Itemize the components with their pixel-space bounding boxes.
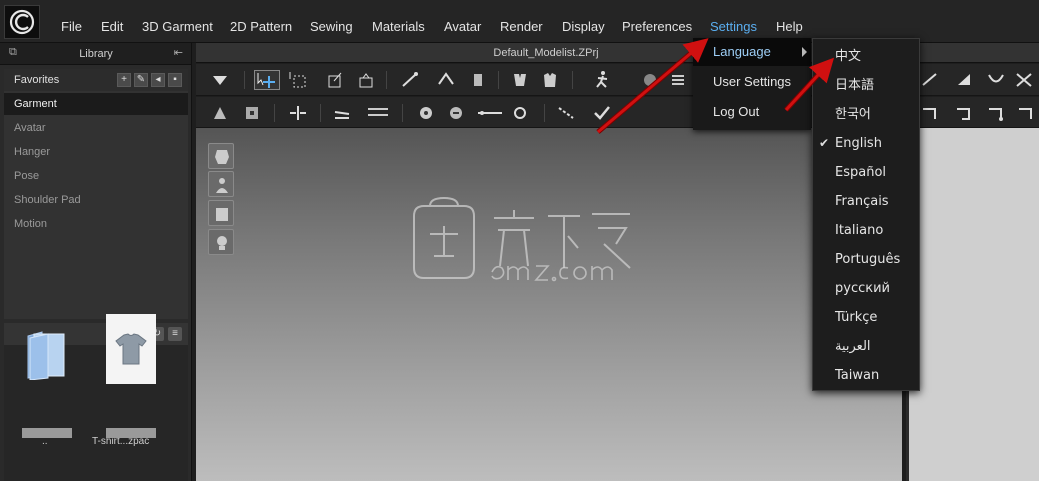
language-item-italian[interactable]: Italiano: [813, 216, 919, 245]
edit-sewing-icon[interactable]: [366, 103, 388, 123]
menu-sewing[interactable]: Sewing: [310, 19, 353, 34]
menu-bar: File Edit 3D Garment 2D Pattern Sewing M…: [0, 0, 1039, 43]
list-view-icon[interactable]: ≡: [168, 327, 182, 341]
library-list: Favorites + ✎ ◂ ▪ Garment Avatar Hanger …: [4, 69, 188, 319]
language-item-english[interactable]: ✔ English: [813, 129, 919, 158]
menu-render[interactable]: Render: [500, 19, 543, 34]
pattern-tool-d-icon[interactable]: [1016, 103, 1036, 123]
language-item-spanish[interactable]: Español: [813, 158, 919, 187]
menu-edit[interactable]: Edit: [101, 19, 123, 34]
internal-shape-icon[interactable]: [242, 103, 262, 123]
3d-viewport[interactable]: [196, 128, 902, 481]
shirt-arrange-icon[interactable]: [540, 70, 560, 90]
library-item-motion[interactable]: Motion: [4, 213, 188, 235]
tack-icon[interactable]: [510, 70, 530, 90]
pattern-tool-c-icon[interactable]: [986, 103, 1006, 123]
view-light-icon[interactable]: [208, 229, 234, 255]
remove-favorite-icon[interactable]: ▪: [168, 73, 182, 87]
select-box-icon[interactable]: [288, 70, 308, 90]
garment-pin-icon[interactable]: [468, 70, 488, 90]
edit-segment-icon[interactable]: [332, 103, 352, 123]
language-item-arabic[interactable]: العربية: [813, 332, 919, 361]
library-item-pose[interactable]: Pose: [4, 165, 188, 187]
watermark-logo: [408, 196, 638, 289]
line-tool-icon[interactable]: [920, 70, 940, 90]
library-item-favorites[interactable]: Favorites + ✎ ◂ ▪: [4, 69, 188, 91]
settings-item-log-out[interactable]: Log Out: [693, 98, 811, 126]
measure-icon[interactable]: [640, 70, 660, 90]
view-garment-icon[interactable]: [208, 143, 234, 169]
transform-icon[interactable]: [324, 70, 344, 90]
triangle-tool-icon[interactable]: [954, 70, 974, 90]
measure-check-icon[interactable]: [592, 103, 612, 123]
favorites-toolbar: + ✎ ◂ ▪: [117, 73, 182, 87]
simulation-icon[interactable]: [210, 70, 230, 90]
menu-avatar[interactable]: Avatar: [444, 19, 481, 34]
add-favorite-icon[interactable]: +: [117, 73, 131, 87]
pattern-tool-a-icon[interactable]: [920, 103, 940, 123]
buttonhole-icon[interactable]: [446, 103, 466, 123]
scissor-tool-icon[interactable]: [1014, 70, 1034, 90]
checkmark-icon: ✔: [819, 136, 830, 150]
folder-icon[interactable]: [24, 330, 68, 383]
library-item-hanger[interactable]: Hanger: [4, 141, 188, 163]
zipper-icon[interactable]: [476, 103, 504, 123]
button-tool-icon[interactable]: [416, 103, 436, 123]
library-item-label: Favorites: [14, 74, 60, 86]
2d-pattern-window[interactable]: [906, 128, 1039, 481]
settings-item-label: Language: [713, 44, 771, 59]
language-item-french[interactable]: Français: [813, 187, 919, 216]
select-move-icon[interactable]: [254, 70, 280, 90]
language-item-japanese[interactable]: 日本語: [813, 71, 919, 100]
library-file-stub[interactable]: [106, 428, 156, 438]
library-panel: ⧉ Library ⇤ Favorites + ✎ ◂ ▪ Garment Av…: [0, 43, 192, 481]
menu-materials[interactable]: Materials: [372, 19, 425, 34]
language-item-russian[interactable]: русский: [813, 274, 919, 303]
pin-icon[interactable]: [356, 70, 376, 90]
menu-settings[interactable]: Settings: [710, 19, 757, 34]
view-fabric-icon[interactable]: [208, 200, 234, 226]
fold-angle-icon[interactable]: [436, 70, 456, 90]
library-item-avatar[interactable]: Avatar: [4, 117, 188, 139]
topstitch-icon[interactable]: [556, 103, 576, 123]
back-icon[interactable]: ◂: [151, 73, 165, 87]
tshirt-thumbnail[interactable]: [106, 314, 156, 384]
library-title: Library: [79, 48, 113, 60]
curve-tool-icon[interactable]: [986, 70, 1006, 90]
settings-item-user-settings[interactable]: User Settings: [693, 68, 811, 96]
avatar-pose-icon[interactable]: [592, 70, 612, 90]
submenu-arrow-icon: [802, 47, 807, 57]
menu-file[interactable]: File: [61, 19, 82, 34]
language-item-portuguese[interactable]: Português: [813, 245, 919, 274]
language-item-label: English: [835, 136, 882, 151]
library-item-garment[interactable]: Garment: [4, 93, 188, 115]
puckering-icon[interactable]: [510, 103, 530, 123]
stretch-icon[interactable]: [288, 103, 308, 123]
pattern-tool-b-icon[interactable]: [954, 103, 974, 123]
collapse-icon[interactable]: ⇤: [174, 46, 183, 59]
view-avatar-icon[interactable]: [208, 171, 234, 197]
language-submenu: 中文 日本語 한국어 ✔ English Español Français It…: [812, 38, 920, 391]
language-item-korean[interactable]: 한국어: [813, 100, 919, 129]
settings-item-language[interactable]: Language: [693, 38, 811, 66]
menu-display[interactable]: Display: [562, 19, 605, 34]
edit-favorite-icon[interactable]: ✎: [134, 73, 148, 87]
menu-preferences[interactable]: Preferences: [622, 19, 692, 34]
menu-help[interactable]: Help: [776, 19, 803, 34]
language-item-chinese[interactable]: 中文: [813, 42, 919, 71]
fold-arrangement-icon[interactable]: [400, 70, 420, 90]
layer-icon[interactable]: [668, 70, 688, 90]
library-item-shoulder-pad[interactable]: Shoulder Pad: [4, 189, 188, 211]
library-header: ⧉ Library ⇤: [0, 43, 191, 65]
menu-3d-garment[interactable]: 3D Garment: [142, 19, 213, 34]
menu-2d-pattern[interactable]: 2D Pattern: [230, 19, 292, 34]
library-file-stub[interactable]: [22, 428, 72, 438]
language-item-turkish[interactable]: Türkçe: [813, 303, 919, 332]
language-item-taiwan[interactable]: Taiwan: [813, 361, 919, 390]
tape-icon[interactable]: [210, 103, 230, 123]
settings-dropdown: Language User Settings Log Out: [693, 38, 811, 130]
app-logo[interactable]: [4, 5, 40, 39]
